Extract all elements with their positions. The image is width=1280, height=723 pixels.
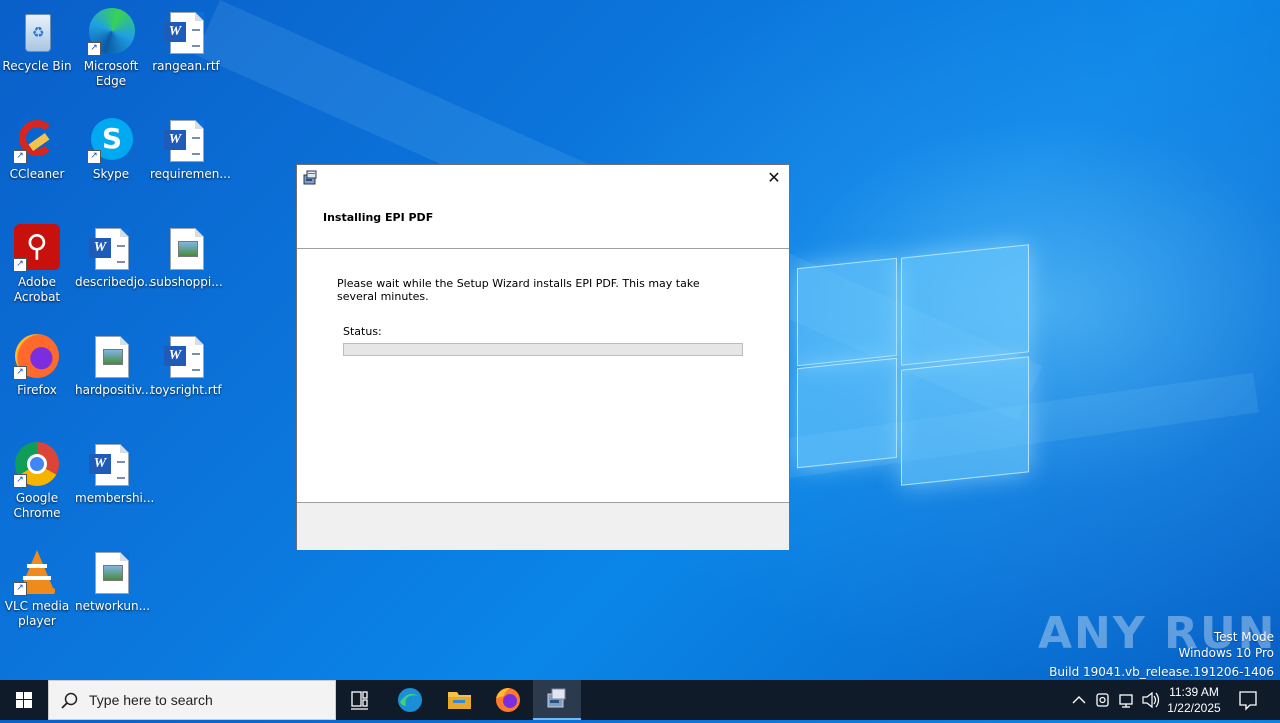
desktop-icon-firefox[interactable]: ↗ Firefox xyxy=(1,332,73,398)
word-document-icon: W xyxy=(162,332,210,380)
notification-icon xyxy=(1239,691,1257,711)
shortcut-arrow-icon: ↗ xyxy=(13,582,27,596)
shortcut-arrow-icon: ↗ xyxy=(13,258,27,272)
clock-time: 11:39 AM xyxy=(1169,685,1219,699)
desktop-icon-label: describedjo... xyxy=(75,275,156,289)
clock-date: 1/22/2025 xyxy=(1167,701,1221,715)
image-document-icon xyxy=(162,224,210,272)
desktop-icon-ccleaner[interactable]: ↗ CCleaner xyxy=(1,116,73,182)
status-label: Status: xyxy=(343,325,382,338)
desktop-icon-label: VLC media player xyxy=(4,599,70,628)
desktop-icon-networkun[interactable]: networkun... xyxy=(75,548,151,614)
acrobat-icon: ⚲ ↗ xyxy=(13,224,61,272)
word-document-icon: W xyxy=(162,8,210,56)
word-document-icon: W xyxy=(162,116,210,164)
desktop-icon-label: hardpositiv... xyxy=(75,383,153,397)
recycle-bin-icon: ♻ xyxy=(13,8,61,56)
dialog-heading: Installing EPI PDF xyxy=(323,211,434,224)
taskbar-file-explorer-button[interactable] xyxy=(435,680,483,720)
desktop-icon-label: toysright.rtf xyxy=(150,383,222,397)
network-icon xyxy=(1119,694,1133,708)
shortcut-arrow-icon: ↗ xyxy=(13,366,27,380)
task-view-icon xyxy=(351,691,368,710)
desktop-icon-toysright[interactable]: W toysright.rtf xyxy=(150,332,222,398)
taskbar-edge-button[interactable] xyxy=(386,680,434,720)
desktop-icon-label: Google Chrome xyxy=(13,491,61,520)
search-icon xyxy=(61,692,78,709)
installer-app-icon xyxy=(302,170,318,186)
dialog-titlebar[interactable]: ✕ xyxy=(297,165,789,191)
vlc-icon: ↗ xyxy=(13,548,61,596)
dialog-close-button[interactable]: ✕ xyxy=(763,167,785,189)
desktop-icon-label: CCleaner xyxy=(9,167,65,181)
taskbar-firefox-button[interactable] xyxy=(484,680,532,720)
edge-icon: ↗ xyxy=(87,8,135,56)
desktop-icon-label: Microsoft Edge xyxy=(83,59,139,88)
watermark-build: Build 19041.vb_release.191206-1406 xyxy=(1049,665,1274,679)
word-document-icon: W xyxy=(87,440,135,488)
close-icon: ✕ xyxy=(767,168,781,187)
firefox-icon xyxy=(496,688,520,712)
shortcut-arrow-icon: ↗ xyxy=(87,150,101,164)
watermark-test-mode: Test Mode xyxy=(1213,630,1274,644)
desktop-icon-skype[interactable]: S ↗ Skype xyxy=(75,116,147,182)
ccleaner-icon: ↗ xyxy=(13,116,61,164)
action-center-button[interactable] xyxy=(1232,680,1264,720)
install-progress-bar xyxy=(343,343,743,356)
shortcut-arrow-icon: ↗ xyxy=(87,42,101,56)
taskbar-search-box[interactable]: Type here to search xyxy=(48,680,336,720)
desktop-icon-subshoppi[interactable]: subshoppi... xyxy=(150,224,223,290)
dialog-button-area xyxy=(297,502,789,550)
chrome-icon: ↗ xyxy=(13,440,61,488)
desktop-icon-label: Firefox xyxy=(17,383,57,397)
desktop-icon-describedjo[interactable]: W describedjo... xyxy=(75,224,156,290)
taskbar: Type here to search 11:39 AM 1/22/2025 xyxy=(0,680,1280,720)
desktop-icon-google-chrome[interactable]: ↗ Google Chrome xyxy=(1,440,73,521)
skype-icon: S ↗ xyxy=(87,116,135,164)
desktop-icon-rangean[interactable]: W rangean.rtf xyxy=(150,8,222,74)
desktop-icon-label: networkun... xyxy=(75,599,151,613)
task-view-button[interactable] xyxy=(336,680,384,720)
tray-network-button[interactable] xyxy=(1116,680,1138,720)
tray-volume-button[interactable] xyxy=(1140,680,1162,720)
desktop-icon-label: Skype xyxy=(92,167,130,181)
taskbar-installer-button[interactable] xyxy=(533,680,581,720)
firefox-icon: ↗ xyxy=(13,332,61,380)
desktop-icon-hardpositiv[interactable]: hardpositiv... xyxy=(75,332,153,398)
desktop-icon-label: rangean.rtf xyxy=(152,59,220,73)
chevron-up-icon xyxy=(1072,696,1086,704)
desktop-icon-vlc[interactable]: ↗ VLC media player xyxy=(1,548,73,629)
desktop-icon-recycle-bin[interactable]: ♻ Recycle Bin xyxy=(1,8,73,74)
desktop-icon-label: requiremen... xyxy=(150,167,231,181)
speaker-icon xyxy=(1142,691,1160,709)
desktop-icon-membershi[interactable]: W membershi... xyxy=(75,440,155,506)
meet-now-icon xyxy=(1096,693,1109,707)
edge-icon xyxy=(398,688,422,712)
installer-dialog: ✕ Installing EPI PDF Please wait while t… xyxy=(296,164,790,550)
dialog-separator xyxy=(297,248,789,249)
dialog-body-text: Please wait while the Setup Wizard insta… xyxy=(337,277,700,303)
image-document-icon xyxy=(87,548,135,596)
desktop-icon-label: Recycle Bin xyxy=(2,59,72,73)
watermark-edition: Windows 10 Pro xyxy=(1178,646,1274,660)
shortcut-arrow-icon: ↗ xyxy=(13,150,27,164)
folder-icon xyxy=(448,692,471,709)
start-button[interactable] xyxy=(0,680,48,720)
desktop-icon-label: subshoppi... xyxy=(150,275,223,289)
taskbar-clock[interactable]: 11:39 AM 1/22/2025 xyxy=(1160,684,1228,716)
show-hidden-icons-button[interactable] xyxy=(1068,680,1090,720)
image-document-icon xyxy=(87,332,135,380)
desktop-icon-label: Adobe Acrobat xyxy=(13,275,61,304)
installer-app-icon xyxy=(547,688,566,708)
desktop-icon-adobe-acrobat[interactable]: ⚲ ↗ Adobe Acrobat xyxy=(1,224,73,305)
wallpaper-windows-logo xyxy=(797,243,1029,486)
tray-meet-now-button[interactable] xyxy=(1092,680,1114,720)
windows-start-icon xyxy=(16,692,32,708)
desktop-icon-microsoft-edge[interactable]: ↗ Microsoft Edge xyxy=(75,8,147,89)
desktop-icon-requiremen[interactable]: W requiremen... xyxy=(150,116,231,182)
desktop-icon-label: membershi... xyxy=(75,491,155,505)
search-placeholder: Type here to search xyxy=(89,692,213,708)
shortcut-arrow-icon: ↗ xyxy=(13,474,27,488)
word-document-icon: W xyxy=(87,224,135,272)
